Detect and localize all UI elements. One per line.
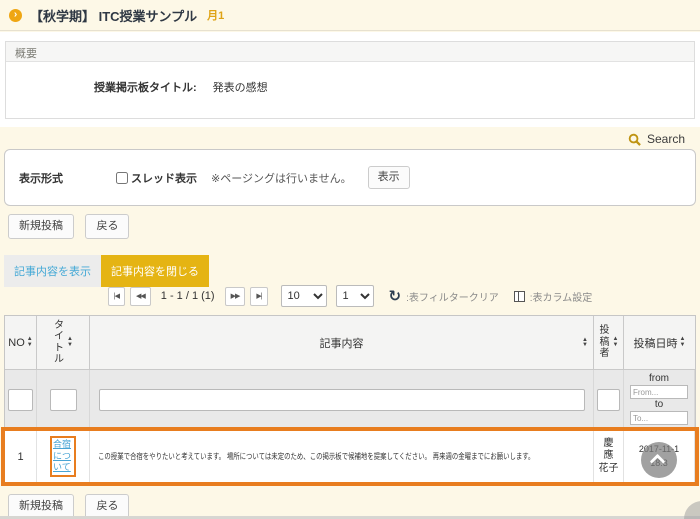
- board-title-value: 発表の感想: [213, 79, 268, 95]
- filter-clear-icon[interactable]: ↻: [389, 289, 402, 304]
- first-page-button[interactable]: |◀: [108, 287, 125, 306]
- corner-circle-decoration: [684, 501, 700, 519]
- filter-poster-input[interactable]: [597, 389, 620, 411]
- filter-title-input[interactable]: [50, 389, 77, 411]
- table-header-row: NO ▲▼ タイトル ▲▼ 記事内容 ▲▼ 投稿者 ▲▼ 投稿日時 ▲▼: [5, 316, 695, 370]
- back-button[interactable]: 戻る: [85, 214, 129, 239]
- sort-icon[interactable]: ▲▼: [613, 337, 619, 347]
- overview-panel-title: 概要: [6, 42, 694, 62]
- date-to-label: to: [655, 399, 663, 411]
- column-settings-label[interactable]: :表カラム設定: [530, 289, 592, 304]
- row-no: 1: [17, 451, 23, 463]
- chevron-up-icon: [650, 454, 666, 470]
- header-title[interactable]: タイトル ▲▼: [37, 316, 90, 369]
- arrow-right-icon: ›: [9, 9, 22, 22]
- filter-content-input[interactable]: [99, 389, 585, 411]
- display-button[interactable]: 表示: [368, 166, 410, 189]
- display-format-label: 表示形式: [19, 170, 116, 186]
- top-actions: 新規投稿 戻る: [8, 214, 129, 239]
- filter-date-from-input[interactable]: [630, 385, 688, 399]
- pagination-bar: |◀ ◀◀ 1 - 1 / 1 (1) ▶▶ ▶| 10 1 ↻ :表フィルター…: [0, 285, 700, 307]
- next-page-button[interactable]: ▶▶: [225, 287, 246, 306]
- header-date[interactable]: 投稿日時 ▲▼: [624, 316, 695, 369]
- overview-panel: 概要 授業掲示板タイトル: 発表の感想: [5, 41, 695, 119]
- page: › 【秋学期】 ITC授業サンプル 月1 概要 授業掲示板タイトル: 発表の感想…: [0, 0, 700, 519]
- scroll-to-top-button[interactable]: [641, 442, 677, 478]
- last-page-button[interactable]: ▶|: [250, 287, 267, 306]
- prev-page-button[interactable]: ◀◀: [130, 287, 151, 306]
- thread-view-label: スレッド表示: [131, 170, 197, 186]
- header-poster[interactable]: 投稿者 ▲▼: [594, 316, 624, 369]
- column-settings-icon[interactable]: [514, 291, 525, 302]
- post-content: この授業で合宿をやりたいと考えています。 場所については未定のため、この掲示板で…: [98, 451, 534, 462]
- table-filter-row: from to: [5, 370, 695, 431]
- tab-show-content[interactable]: 記事内容を表示: [4, 255, 101, 287]
- article-content-tabs: 記事内容を表示 記事内容を閉じる: [4, 255, 209, 287]
- post-author: 慶 應 花子: [599, 438, 619, 476]
- sort-icon[interactable]: ▲▼: [67, 337, 73, 347]
- tab-close-content[interactable]: 記事内容を閉じる: [101, 255, 209, 287]
- posts-table: NO ▲▼ タイトル ▲▼ 記事内容 ▲▼ 投稿者 ▲▼ 投稿日時 ▲▼: [4, 315, 696, 483]
- filter-clear-label[interactable]: :表フィルタークリア: [406, 289, 499, 304]
- date-from-label: from: [649, 373, 669, 385]
- search-icon: [628, 133, 641, 146]
- highlight-box: 合宿について: [50, 436, 76, 477]
- course-period-tag: 月1: [207, 7, 224, 23]
- board-title-label: 授業掲示板タイトル:: [94, 79, 197, 95]
- page-number-select[interactable]: 1: [336, 285, 374, 307]
- search-label: Search: [647, 132, 685, 146]
- header-no[interactable]: NO ▲▼: [5, 316, 37, 369]
- filter-no-input[interactable]: [8, 389, 33, 411]
- page-title: 【秋学期】 ITC授業サンプル: [30, 6, 197, 25]
- page-size-select[interactable]: 10: [281, 285, 327, 307]
- breadcrumb: › 【秋学期】 ITC授業サンプル 月1: [0, 0, 700, 31]
- sort-icon[interactable]: ▲▼: [680, 337, 686, 347]
- overview-section: 概要 授業掲示板タイトル: 発表の感想: [0, 32, 700, 127]
- post-title-link[interactable]: 合宿について: [53, 439, 73, 474]
- sort-icon[interactable]: ▲▼: [27, 337, 33, 347]
- thread-view-checkbox[interactable]: [116, 172, 128, 184]
- sort-icon[interactable]: ▲▼: [582, 337, 588, 347]
- table-row-highlighted: 1 合宿について この授業で合宿をやりたいと考えています。 場所については未定の…: [5, 431, 695, 482]
- search-toggle[interactable]: Search: [628, 132, 685, 146]
- header-content[interactable]: 記事内容 ▲▼: [90, 316, 594, 369]
- filter-date-to-input[interactable]: [630, 411, 688, 425]
- pagination-info: 1 - 1 / 1 (1): [161, 290, 215, 302]
- display-format-panel: 表示形式 スレッド表示 ※ページングは行いません。 表示: [4, 149, 696, 206]
- new-post-button[interactable]: 新規投稿: [8, 214, 74, 239]
- paging-note: ※ページングは行いません。: [211, 170, 352, 186]
